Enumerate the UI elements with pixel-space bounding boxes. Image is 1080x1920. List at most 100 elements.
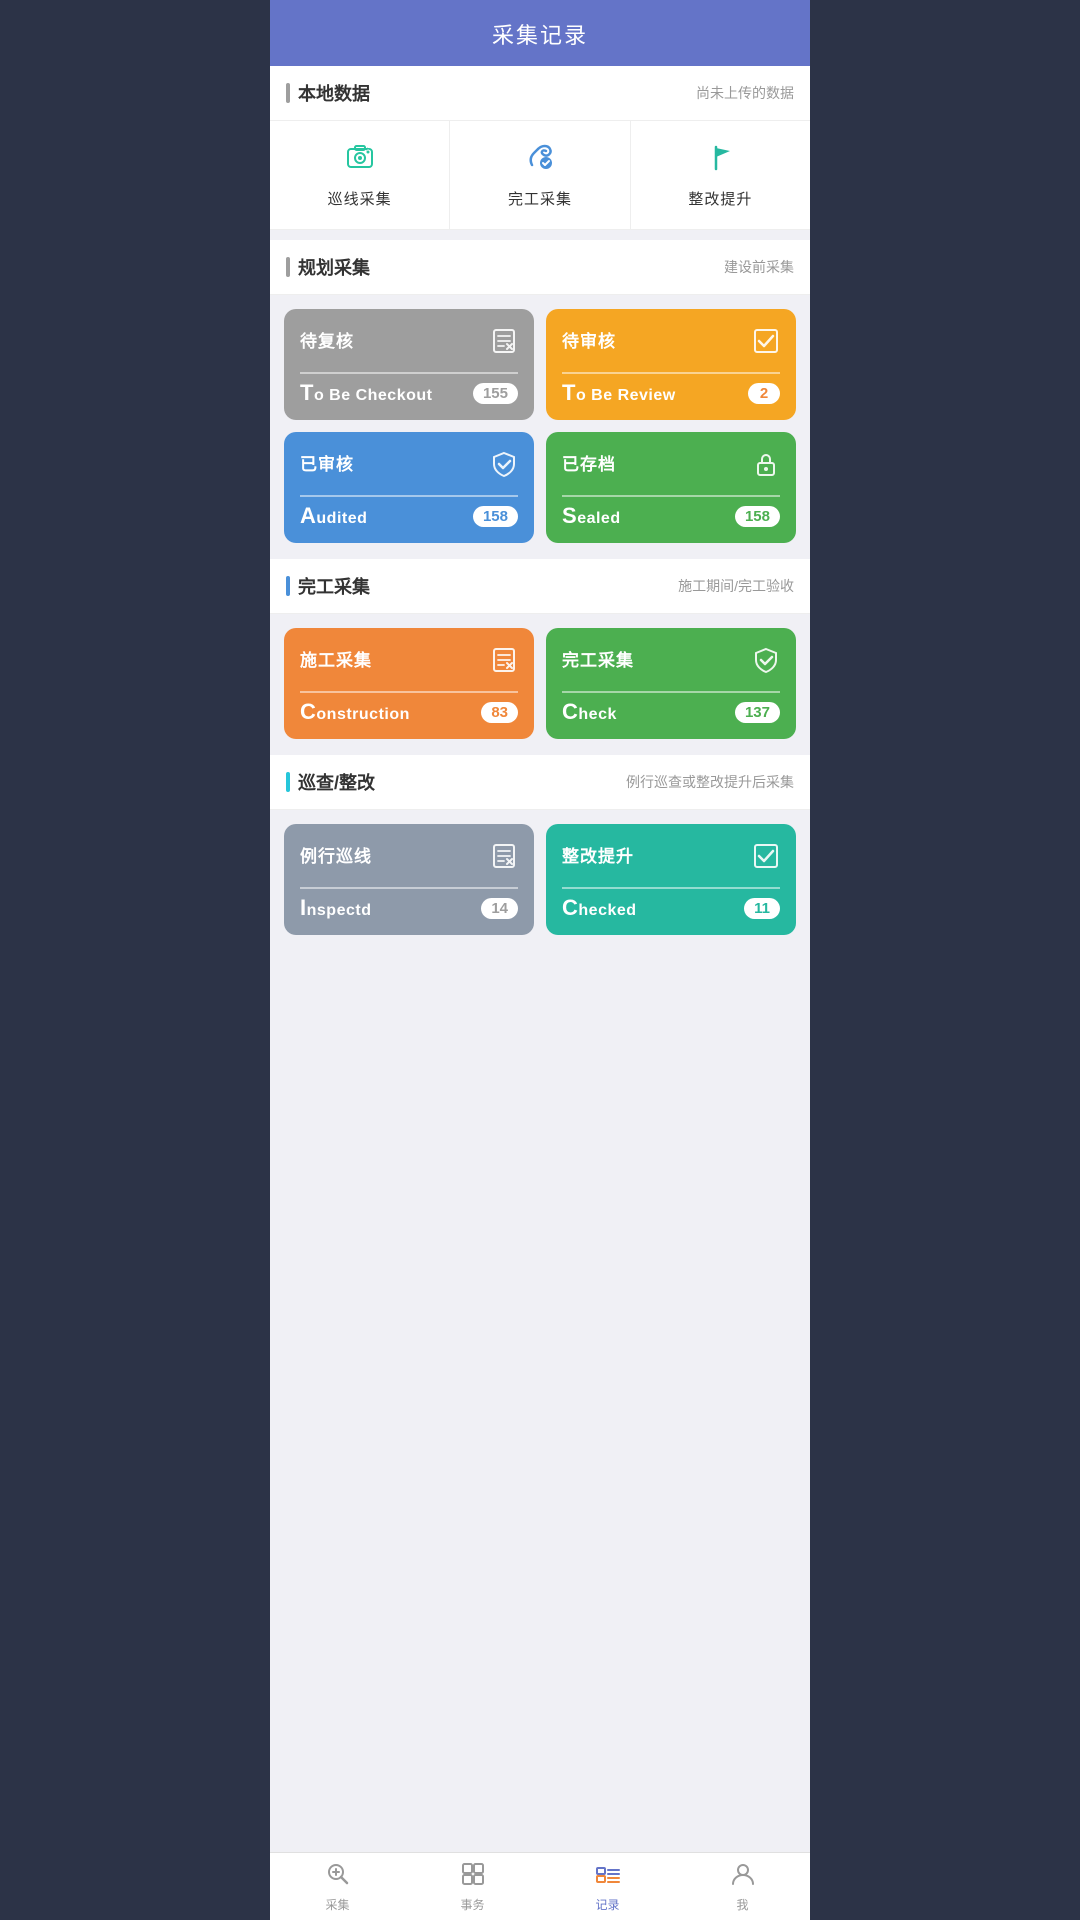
main-content: 本地数据 尚未上传的数据 巡线采集 (270, 66, 810, 1920)
sealed-icon (752, 450, 780, 485)
check-count: 137 (735, 702, 780, 723)
completion-title: 完工采集 (298, 573, 370, 599)
check-zh-title: 完工采集 (562, 646, 634, 671)
checked-footer: Checked 11 (562, 895, 780, 921)
completion-cards: 施工采集 (270, 614, 810, 745)
gap-3 (270, 745, 810, 755)
audited-count: 158 (473, 506, 518, 527)
inspected-icon (490, 842, 518, 877)
check-divider (562, 691, 780, 693)
card-header-checkout: 待复核 (300, 327, 518, 362)
review-count: 2 (748, 383, 780, 404)
header: 采集记录 (270, 0, 810, 66)
review-icon (752, 327, 780, 362)
checkout-zh-title: 待复核 (300, 327, 354, 352)
checkout-en-title: To Be Checkout (300, 380, 432, 406)
review-divider (562, 372, 780, 374)
review-en-title: To Be Review (562, 380, 676, 406)
planning-bar (286, 257, 290, 277)
nav-item-tasks[interactable]: 事务 (405, 1853, 540, 1920)
local-data-title: 本地数据 (298, 80, 370, 106)
inspection-title-wrap: 巡查/整改 (286, 769, 375, 795)
card-to-be-review[interactable]: 待审核 To Be Review 2 (546, 309, 796, 420)
nav-item-collect[interactable]: 采集 (270, 1853, 405, 1920)
app-container: 采集记录 本地数据 尚未上传的数据 (270, 0, 810, 1920)
completion-cards-grid: 施工采集 (284, 628, 796, 739)
planning-header: 规划采集 建设前采集 (270, 240, 810, 295)
patrol-label: 巡线采集 (328, 188, 392, 209)
card-checked[interactable]: 整改提升 Checked 11 (546, 824, 796, 935)
local-data-subtitle: 尚未上传的数据 (696, 83, 794, 103)
completion-icon (524, 141, 556, 180)
page-title: 采集记录 (286, 18, 794, 50)
card-header-review: 待审核 (562, 327, 780, 362)
quick-actions-row: 巡线采集 完工采集 (270, 121, 810, 230)
collect-nav-icon (325, 1861, 351, 1893)
local-data-header: 本地数据 尚未上传的数据 (270, 66, 810, 121)
records-nav-icon (595, 1861, 621, 1893)
sealed-divider (562, 495, 780, 497)
nav-item-profile[interactable]: 我 (675, 1853, 810, 1920)
checked-zh-title: 整改提升 (562, 842, 634, 867)
audited-en-title: Audited (300, 503, 367, 529)
construction-en-title: Construction (300, 699, 410, 725)
audited-zh-title: 已审核 (300, 450, 354, 475)
planning-subtitle: 建设前采集 (724, 257, 794, 277)
card-to-be-checkout[interactable]: 待复核 (284, 309, 534, 420)
card-header-sealed: 已存档 (562, 450, 780, 485)
construction-zh-title: 施工采集 (300, 646, 372, 671)
audited-icon (490, 450, 518, 485)
inspection-title: 巡查/整改 (298, 769, 375, 795)
patrol-icon (344, 141, 376, 180)
checked-count: 11 (744, 898, 780, 919)
quick-action-patrol[interactable]: 巡线采集 (270, 121, 450, 229)
checked-divider (562, 887, 780, 889)
gap-4 (270, 941, 810, 951)
audited-divider (300, 495, 518, 497)
sealed-zh-title: 已存档 (562, 450, 616, 475)
completion-bar (286, 576, 290, 596)
review-zh-title: 待审核 (562, 327, 616, 352)
planning-cards-grid: 待复核 (284, 309, 796, 543)
inspected-count: 14 (481, 898, 518, 919)
construction-footer: Construction 83 (300, 699, 518, 725)
bottom-nav: 采集 事务 (270, 1852, 810, 1920)
checkout-footer: To Be Checkout 155 (300, 380, 518, 406)
inspected-divider (300, 887, 518, 889)
sealed-count: 158 (735, 506, 780, 527)
quick-action-completion[interactable]: 完工采集 (450, 121, 630, 229)
inspection-bar (286, 772, 290, 792)
gap-1 (270, 230, 810, 240)
check-icon (752, 646, 780, 681)
completion-title-wrap: 完工采集 (286, 573, 370, 599)
inspected-en-title: Inspectd (300, 895, 371, 921)
card-header-check: 完工采集 (562, 646, 780, 681)
planning-cards: 待复核 (270, 295, 810, 549)
sealed-footer: Sealed 158 (562, 503, 780, 529)
profile-nav-label: 我 (736, 1896, 748, 1913)
construction-icon (490, 646, 518, 681)
card-sealed[interactable]: 已存档 Sealed (546, 432, 796, 543)
checkout-divider (300, 372, 518, 374)
card-header-inspected: 例行巡线 (300, 842, 518, 877)
review-footer: To Be Review 2 (562, 380, 780, 406)
completion-label: 完工采集 (508, 188, 572, 209)
audited-footer: Audited 158 (300, 503, 518, 529)
card-header-construction: 施工采集 (300, 646, 518, 681)
card-audited[interactable]: 已审核 Audited 158 (284, 432, 534, 543)
checkout-icon (490, 327, 518, 362)
quick-action-rectify[interactable]: 整改提升 (631, 121, 810, 229)
card-construction[interactable]: 施工采集 (284, 628, 534, 739)
rectify-label: 整改提升 (688, 188, 752, 209)
inspection-cards: 例行巡线 (270, 810, 810, 941)
card-check[interactable]: 完工采集 Check 137 (546, 628, 796, 739)
card-header-checked: 整改提升 (562, 842, 780, 877)
inspection-cards-grid: 例行巡线 (284, 824, 796, 935)
checked-icon (752, 842, 780, 877)
check-en-title: Check (562, 699, 617, 725)
check-footer: Check 137 (562, 699, 780, 725)
card-inspected[interactable]: 例行巡线 (284, 824, 534, 935)
construction-divider (300, 691, 518, 693)
planning-title-wrap: 规划采集 (286, 254, 370, 280)
nav-item-records[interactable]: 记录 (540, 1853, 675, 1920)
